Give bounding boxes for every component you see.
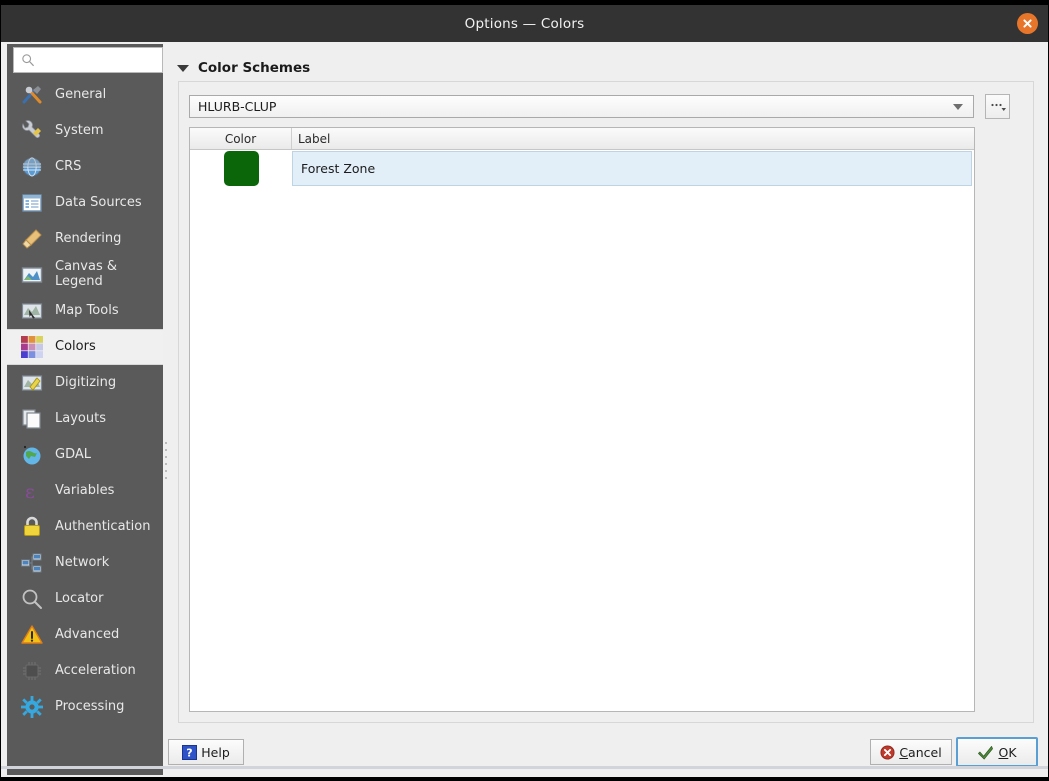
title-bar: Options — Colors [1,5,1048,42]
sidebar-item-label: Advanced [55,626,120,642]
sidebar-item-label: CRS [55,158,82,174]
cancel-button-label: Cancel [899,744,942,760]
chevron-down-icon [953,103,963,110]
collapse-triangle-icon[interactable] [177,64,189,72]
scheme-options-button[interactable] [985,94,1010,119]
color-schemes-group-header: Color Schemes [177,60,310,76]
chip-icon [19,658,45,684]
dialog-button-bar: ? Help Cancel OK [1,735,1048,771]
table-row[interactable]: Forest Zone [190,150,974,186]
sidebar-item-label: Canvas & Legend [55,259,117,290]
svg-text:ε: ε [25,481,35,503]
sidebar-item-processing[interactable]: Processing [7,689,163,725]
options-sidebar: General System CRS Data Sources Renderin… [7,44,163,775]
sidebar-item-layouts[interactable]: Layouts [7,401,163,437]
sidebar-nav-list: General System CRS Data Sources Renderin… [7,77,163,775]
sidebar-item-label: Processing [55,698,125,714]
sidebar-item-label: System [55,122,104,138]
cancel-button[interactable]: Cancel [870,739,952,765]
cancel-x-icon [880,744,895,760]
globe-grid-icon [19,154,45,180]
wrench-gear-icon [19,118,45,144]
sidebar-item-label: Authentication [55,518,151,534]
sidebar-item-network[interactable]: Network [7,545,163,581]
window-title: Options — Colors [464,15,585,32]
colors-table: Color Label Forest Zone [189,127,975,712]
ellipsis-menu-icon [990,103,1006,111]
canvas-legend-text: Canvas & Legend [55,259,117,289]
sidebar-item-label: Rendering [55,230,122,246]
color-scheme-value: HLURB-CLUP [198,99,277,114]
group-title-label: Color Schemes [198,60,311,76]
sidebar-item-digitizing[interactable]: Digitizing [7,365,163,401]
sidebar-item-gdal[interactable]: GDAL [7,437,163,473]
dialog-body: General System CRS Data Sources Renderin… [1,42,1048,777]
sidebar-item-system[interactable]: System [7,113,163,149]
sidebar-item-general[interactable]: General [7,77,163,113]
magnifier-icon [19,586,45,612]
sidebar-item-label: Data Sources [55,194,142,210]
colors-settings-pane: Color Schemes HLURB-CLUP Color Label For… [169,44,1043,734]
sidebar-item-label: Map Tools [55,302,119,318]
options-dialog-window: Options — Colors General System CRS Data… [0,0,1049,781]
lock-icon [19,514,45,540]
warning-icon [19,622,45,648]
search-input[interactable] [39,53,157,67]
sidebar-item-label: Acceleration [55,662,136,678]
window-bottom-edge [1,766,1048,769]
layouts-icon [19,406,45,432]
sidebar-item-canvas-legend[interactable]: Canvas & Legend [7,257,163,293]
color-swatch[interactable] [223,150,259,186]
help-button[interactable]: ? Help [168,739,244,765]
sidebar-item-advanced[interactable]: Advanced [7,617,163,653]
table-icon [19,190,45,216]
sidebar-item-label: General [55,86,107,102]
ok-button-label: OK [998,744,1017,760]
color-grid-icon [19,334,45,360]
sidebar-item-label: Layouts [55,410,106,426]
sidebar-item-rendering[interactable]: Rendering [7,221,163,257]
sidebar-item-map-tools[interactable]: Map Tools [7,293,163,329]
close-icon[interactable] [1017,13,1038,34]
sidebar-item-label: Variables [55,482,115,498]
sidebar-item-authentication[interactable]: Authentication [7,509,163,545]
sidebar-item-crs[interactable]: CRS [7,149,163,185]
digitizing-icon [19,370,45,396]
label-cell[interactable]: Forest Zone [292,150,972,186]
color-cell[interactable] [190,150,292,186]
svg-text:?: ? [187,746,193,759]
ok-button[interactable]: OK [956,737,1038,767]
canvas-icon [19,262,45,288]
gdal-globe-icon [19,442,45,468]
sidebar-item-label: Network [55,554,110,570]
epsilon-icon: ε [19,478,45,504]
question-badge-icon: ? [182,744,198,760]
sidebar-item-locator[interactable]: Locator [7,581,163,617]
sidebar-item-label: GDAL [55,446,91,462]
color-scheme-select[interactable]: HLURB-CLUP [189,95,974,118]
gear-icon [19,694,45,720]
sidebar-item-colors[interactable]: Colors [7,329,163,365]
sidebar-item-variables[interactable]: ε Variables [7,473,163,509]
check-arrow-icon [978,745,994,759]
help-button-label: Help [201,744,230,760]
sidebar-item-label: Colors [55,338,96,354]
tools-icon [19,82,45,108]
sidebar-item-label: Locator [55,590,104,606]
map-tools-icon [19,298,45,324]
column-header-color[interactable]: Color [190,128,292,149]
sidebar-item-label: Digitizing [55,374,117,390]
sidebar-splitter-handle[interactable] [163,437,168,479]
paintbrush-icon [19,226,45,252]
search-box[interactable] [13,47,163,73]
sidebar-item-data-sources[interactable]: Data Sources [7,185,163,221]
colors-table-header: Color Label [190,128,974,150]
sidebar-item-acceleration[interactable]: Acceleration [7,653,163,689]
column-header-label[interactable]: Label [292,128,974,149]
search-icon [22,54,34,67]
network-icon [19,550,45,576]
